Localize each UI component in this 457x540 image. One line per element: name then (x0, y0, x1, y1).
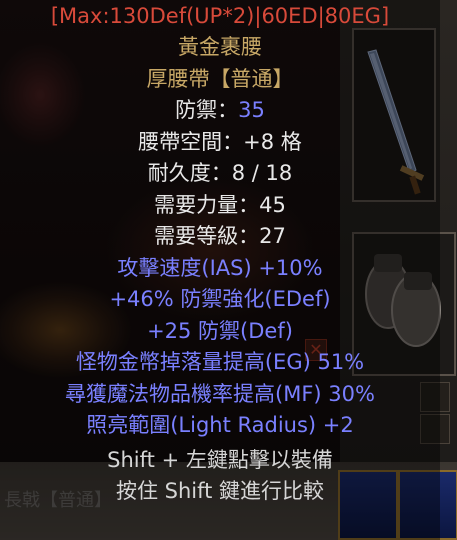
defense-line: 防禦：35 (175, 95, 265, 127)
magic-property: +46% 防禦強化(EDef) (109, 287, 331, 311)
magic-property: 怪物金幣掉落量提高(EG) 51% (75, 350, 365, 374)
durability: 耐久度：8 / 18 (147, 161, 293, 185)
belt-slots: 腰帶空間：+8 格 (138, 129, 302, 154)
tooltip-header-stats: [Max:130Def(UP*2)|60ED|80EG] (50, 4, 390, 28)
item-name: 黃金裹腰 (178, 35, 262, 59)
item-base-type: 厚腰帶【普通】 (146, 66, 294, 91)
magic-property: 攻擊速度(IAS) +10% (117, 255, 323, 280)
magic-property: 照亮範圍(Light Radius) +2 (86, 413, 354, 437)
magic-property: 尋獲魔法物品機率提高(MF) 30% (65, 381, 375, 406)
compare-hint: 按住 Shift 鍵進行比較 (115, 479, 325, 503)
equip-hint: Shift + 左鍵點擊以裝備 (107, 447, 333, 472)
defense-value: 35 (238, 98, 265, 122)
defense-label: 防禦： (175, 98, 239, 122)
magic-property: +25 防禦(Def) (147, 318, 293, 343)
required-strength: 需要力量：45 (154, 192, 286, 217)
required-level: 需要等級：27 (154, 224, 286, 248)
item-tooltip: [Max:130Def(UP*2)|60ED|80EG] 黃金裹腰 厚腰帶【普通… (0, 0, 440, 540)
